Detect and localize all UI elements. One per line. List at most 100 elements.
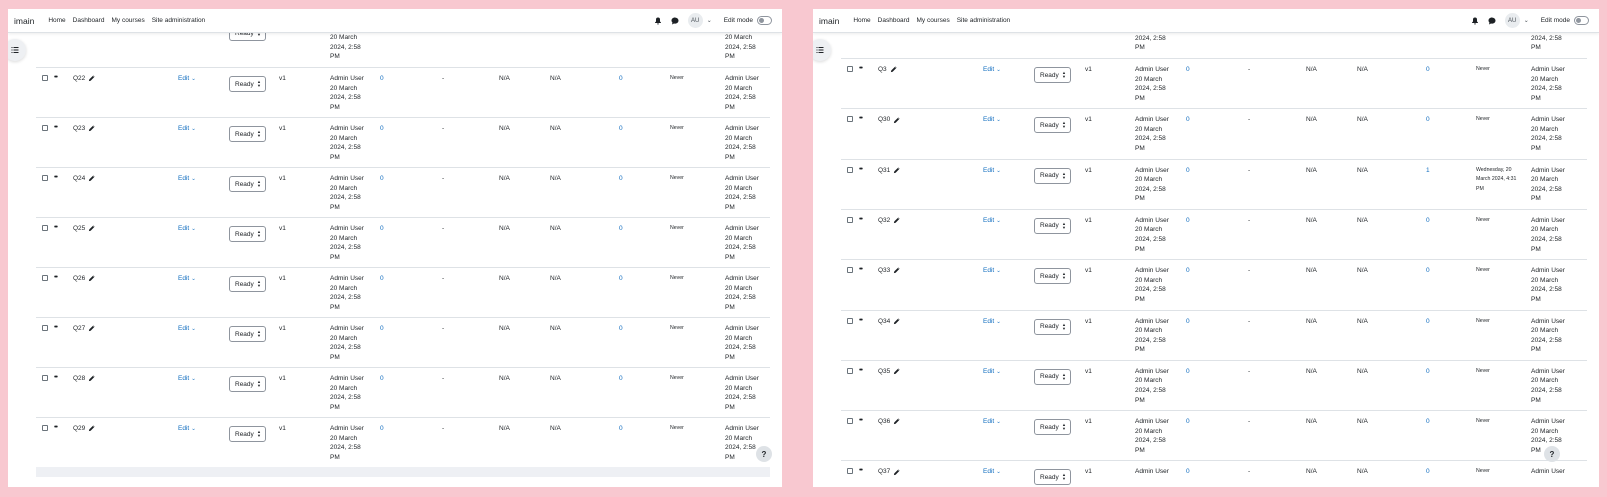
edit-menu[interactable]: Edit ⌄: [178, 274, 196, 285]
chevron-down-icon[interactable]: ⌄: [191, 76, 196, 82]
user-menu-chevron-icon[interactable]: ⌄: [1524, 17, 1529, 24]
edit-menu[interactable]: Edit ⌄: [983, 417, 1001, 428]
edit-name-pencil-icon[interactable]: [893, 469, 900, 476]
drag-handle-icon[interactable]: ••: [54, 374, 58, 381]
usage-count-link[interactable]: 0: [1186, 367, 1190, 377]
edit-menu[interactable]: Edit ⌄: [983, 115, 1001, 126]
usage-count-link[interactable]: 0: [1186, 467, 1190, 477]
needs-checking-link[interactable]: 0: [619, 274, 623, 284]
edit-mode-toggle[interactable]: [757, 16, 772, 25]
needs-checking-link[interactable]: 0: [1426, 266, 1430, 276]
edit-menu-label[interactable]: Edit: [178, 225, 189, 232]
user-menu-chevron-icon[interactable]: ⌄: [707, 17, 712, 24]
edit-menu-label[interactable]: Edit: [178, 175, 189, 182]
edit-name-pencil-icon[interactable]: [893, 318, 900, 325]
nav-link-1[interactable]: Dashboard: [878, 17, 910, 24]
usage-count-link[interactable]: 0: [380, 174, 384, 184]
usage-count-link[interactable]: 0: [1186, 166, 1190, 176]
needs-checking-link[interactable]: 0: [1426, 65, 1430, 75]
edit-name-pencil-icon[interactable]: [893, 217, 900, 224]
usage-count-link[interactable]: 0: [1186, 115, 1190, 125]
status-select[interactable]: Ready▲▼: [229, 76, 266, 92]
needs-checking-link[interactable]: 0: [1426, 367, 1430, 377]
drag-handle-icon[interactable]: ••: [54, 324, 58, 331]
row-select-checkbox[interactable]: [847, 267, 853, 274]
needs-checking-link[interactable]: 0: [1426, 115, 1430, 125]
usage-count-link[interactable]: 0: [380, 374, 384, 384]
chevron-down-icon[interactable]: ⌄: [996, 67, 1001, 73]
edit-menu-label[interactable]: Edit: [983, 66, 994, 73]
needs-checking-link[interactable]: 0: [1426, 317, 1430, 327]
edit-menu[interactable]: Edit ⌄: [983, 65, 1001, 76]
edit-menu[interactable]: Edit ⌄: [178, 224, 196, 235]
chevron-down-icon[interactable]: ⌄: [996, 369, 1001, 375]
nav-link-1[interactable]: Dashboard: [73, 17, 105, 24]
row-select-checkbox[interactable]: [42, 175, 48, 181]
status-select[interactable]: Ready▲▼: [1034, 217, 1071, 234]
usage-count-link[interactable]: 0: [380, 324, 384, 334]
edit-menu-label[interactable]: Edit: [178, 325, 189, 332]
chevron-down-icon[interactable]: ⌄: [996, 268, 1001, 274]
needs-checking-link[interactable]: 0: [1426, 467, 1430, 477]
drag-handle-icon[interactable]: ••: [54, 124, 58, 131]
status-select[interactable]: Ready▲▼: [229, 326, 266, 342]
usage-count-link[interactable]: 0: [1186, 417, 1190, 427]
status-select[interactable]: Ready▲▼: [1034, 318, 1071, 335]
usage-count-link[interactable]: 0: [1186, 317, 1190, 327]
chevron-down-icon[interactable]: ⌄: [191, 426, 196, 432]
chevron-down-icon[interactable]: ⌄: [191, 126, 196, 132]
edit-menu[interactable]: Edit ⌄: [983, 317, 1001, 328]
help-button[interactable]: ?: [756, 446, 772, 462]
messages-icon[interactable]: [1488, 17, 1496, 25]
row-select-checkbox[interactable]: [42, 275, 48, 281]
usage-count-link[interactable]: 0: [1186, 266, 1190, 276]
row-select-checkbox[interactable]: [42, 375, 48, 381]
notifications-icon[interactable]: [654, 17, 662, 25]
edit-menu-label[interactable]: Edit: [178, 125, 189, 132]
edit-name-pencil-icon[interactable]: [88, 325, 95, 332]
edit-name-pencil-icon[interactable]: [88, 275, 95, 282]
drag-handle-icon[interactable]: ••: [859, 166, 863, 173]
needs-checking-link[interactable]: 0: [619, 224, 623, 234]
nav-link-2[interactable]: My courses: [111, 17, 144, 24]
drag-handle-icon[interactable]: ••: [859, 467, 863, 474]
usage-count-link[interactable]: 0: [1186, 216, 1190, 226]
nav-link-2[interactable]: My courses: [916, 17, 949, 24]
row-select-checkbox[interactable]: [847, 166, 853, 173]
edit-menu-label[interactable]: Edit: [178, 375, 189, 382]
drag-handle-icon[interactable]: ••: [859, 65, 863, 72]
row-select-checkbox[interactable]: [42, 225, 48, 231]
drag-handle-icon[interactable]: ••: [859, 317, 863, 324]
drag-handle-icon[interactable]: ••: [54, 424, 58, 431]
chevron-down-icon[interactable]: ⌄: [996, 168, 1001, 174]
edit-menu[interactable]: Edit ⌄: [983, 467, 1001, 478]
row-select-checkbox[interactable]: [42, 75, 48, 81]
drag-handle-icon[interactable]: ••: [859, 417, 863, 424]
chevron-down-icon[interactable]: ⌄: [996, 218, 1001, 224]
row-select-checkbox[interactable]: [42, 325, 48, 331]
nav-link-0[interactable]: Home: [48, 17, 65, 24]
chevron-down-icon[interactable]: ⌄: [191, 276, 196, 282]
edit-menu-label[interactable]: Edit: [983, 418, 994, 425]
needs-checking-link[interactable]: 0: [619, 174, 623, 184]
drag-handle-icon[interactable]: ••: [859, 115, 863, 122]
edit-menu-label[interactable]: Edit: [178, 275, 189, 282]
usage-count-link[interactable]: 0: [380, 274, 384, 284]
usage-count-link[interactable]: 0: [380, 424, 384, 434]
nav-link-3[interactable]: Site administration: [957, 17, 1010, 24]
edit-menu[interactable]: Edit ⌄: [983, 166, 1001, 177]
usage-count-link[interactable]: 0: [380, 224, 384, 234]
drag-handle-icon[interactable]: ••: [859, 216, 863, 223]
site-brand[interactable]: imain: [14, 16, 34, 26]
status-select[interactable]: Ready▲▼: [1034, 368, 1071, 385]
nav-link-0[interactable]: Home: [853, 17, 870, 24]
edit-menu-label[interactable]: Edit: [983, 318, 994, 325]
user-avatar[interactable]: AU: [1504, 13, 1520, 28]
edit-mode-toggle[interactable]: [1574, 16, 1589, 25]
needs-checking-link[interactable]: 0: [1426, 216, 1430, 226]
needs-checking-link[interactable]: 1: [1426, 166, 1430, 176]
usage-count-link[interactable]: 0: [380, 74, 384, 84]
edit-name-pencil-icon[interactable]: [88, 375, 95, 382]
status-select[interactable]: Ready▲▼: [1034, 268, 1071, 285]
site-brand[interactable]: imain: [819, 16, 839, 26]
